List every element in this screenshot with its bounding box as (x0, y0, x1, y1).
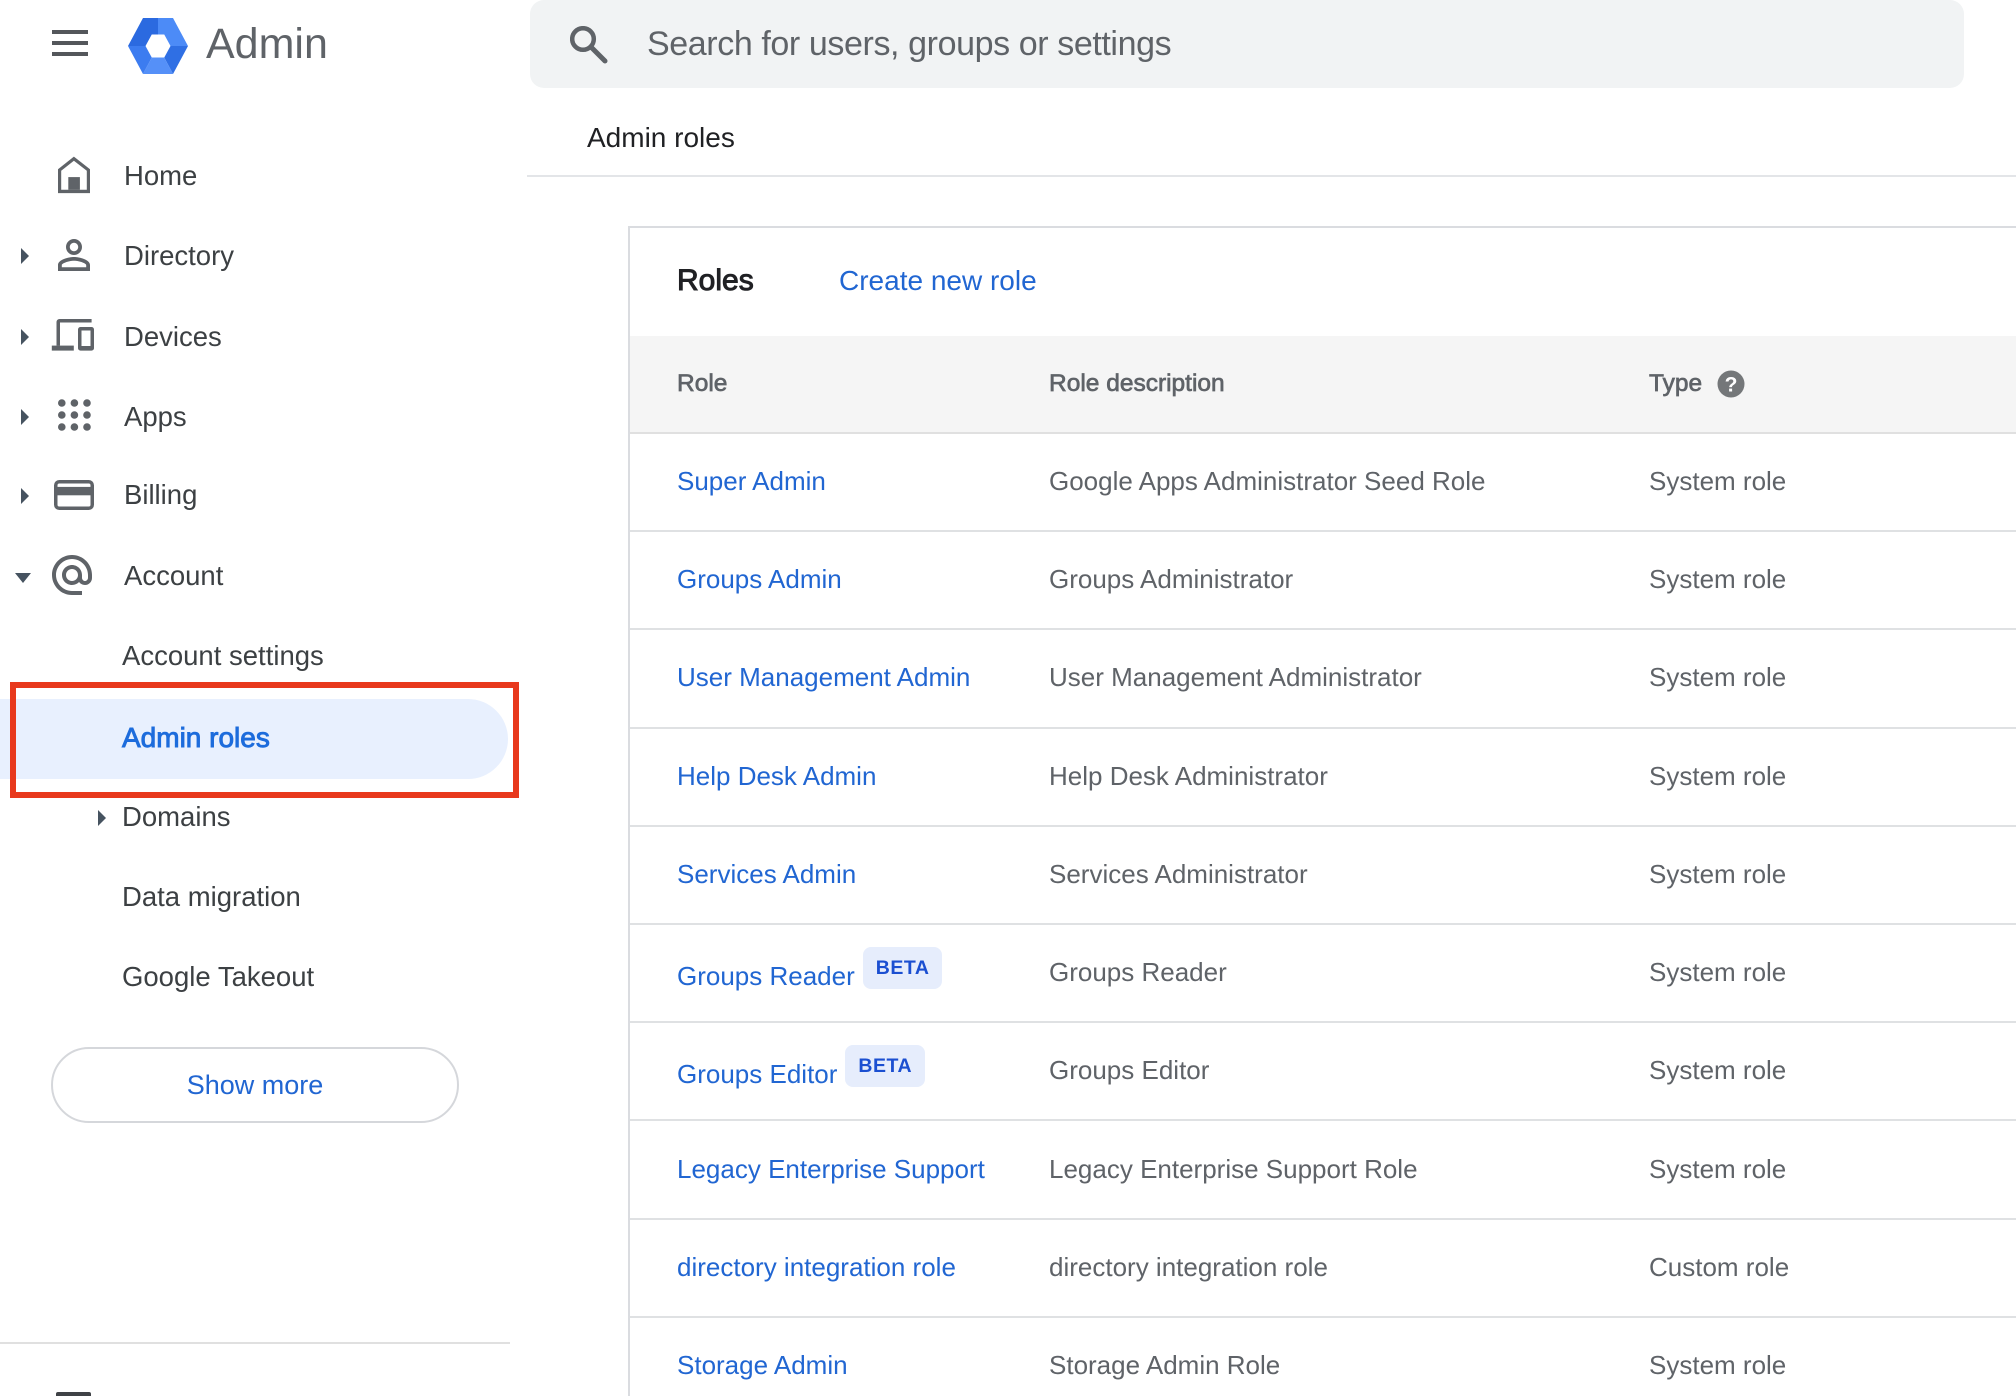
svg-text:?: ? (1725, 374, 1738, 397)
